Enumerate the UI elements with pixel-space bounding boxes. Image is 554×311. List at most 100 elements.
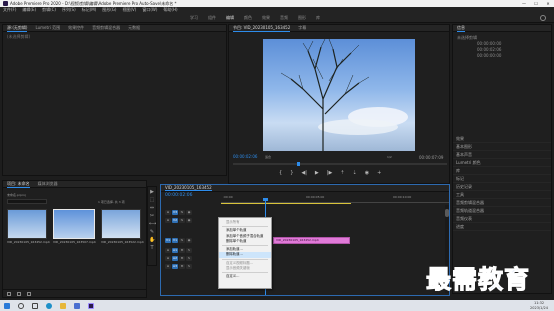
panel-item-progress[interactable]: 进度	[453, 223, 551, 231]
play-icon[interactable]: ▶	[315, 170, 319, 176]
track-target[interactable]: V3	[172, 209, 178, 215]
track-lock-icon[interactable]: ⊡	[165, 247, 171, 253]
solo-button[interactable]: S	[186, 263, 192, 269]
eye-icon[interactable]: ◉	[186, 237, 192, 243]
close-button[interactable]: ✕	[542, 0, 554, 7]
program-scrubber[interactable]	[233, 162, 447, 166]
panel-item-essential-graphics[interactable]: 基本图形	[453, 143, 551, 151]
timeline-clip[interactable]: VID_20230105_163452.mp4	[273, 237, 350, 244]
trash-icon[interactable]	[27, 291, 31, 296]
search-icon[interactable]	[18, 302, 24, 309]
playhead-head-icon[interactable]	[263, 198, 268, 201]
panel-item-history[interactable]: 历史记录	[453, 183, 551, 191]
tab-program[interactable]: 节目: VID_20230105_163452	[233, 25, 291, 32]
track-lock-icon[interactable]: ⊡	[165, 263, 171, 269]
eye-icon[interactable]: ◉	[186, 209, 192, 215]
sync-lock-icon[interactable]: ⇆	[179, 217, 185, 223]
track-target[interactable]: A1	[172, 247, 178, 253]
workspace-tab-learn[interactable]: 学习	[190, 15, 198, 21]
track-target[interactable]: V1	[172, 237, 178, 243]
project-thumbnail[interactable]	[101, 209, 141, 239]
track-target[interactable]: A3	[172, 263, 178, 269]
eye-icon[interactable]: ◉	[186, 217, 192, 223]
workspace-tab-graphics[interactable]: 图形	[298, 15, 306, 21]
tab-lumetri-scopes[interactable]: Lumetri 范围	[35, 25, 60, 31]
task-view-icon[interactable]	[32, 302, 38, 309]
new-bin-icon[interactable]	[7, 291, 11, 296]
workspace-tab-editing[interactable]: 编辑	[226, 15, 234, 21]
taskbar-clock[interactable]: 11:32 2023/1/24	[530, 301, 548, 310]
menu-item-delete-tracks[interactable]: 删除轨道...	[219, 252, 271, 258]
workspace-tab-color[interactable]: 颜色	[244, 15, 252, 21]
track-target[interactable]: A2	[172, 255, 178, 261]
minimize-button[interactable]: —	[518, 0, 530, 7]
track-lock-icon[interactable]: ⊡	[165, 209, 171, 215]
new-item-icon[interactable]	[17, 291, 21, 296]
source-patch-v1[interactable]: V1	[165, 237, 171, 243]
maximize-button[interactable]: ☐	[530, 0, 542, 7]
track-select-tool-icon[interactable]: ⬚	[149, 197, 155, 203]
playhead-marker[interactable]	[297, 162, 300, 166]
step-back-icon[interactable]: ◀|	[301, 170, 307, 176]
track-lock-icon[interactable]: ⊡	[165, 255, 171, 261]
explorer-icon[interactable]	[60, 302, 66, 309]
extract-icon[interactable]: ⇣	[353, 170, 357, 176]
menu-item-customize[interactable]: 自定义...	[219, 274, 271, 279]
solo-button[interactable]: S	[186, 247, 192, 253]
search-icon[interactable]	[540, 15, 546, 21]
hand-tool-icon[interactable]: ✋	[149, 237, 155, 243]
tab-media-browser[interactable]: 媒体浏览器	[38, 181, 58, 187]
mute-button[interactable]: M	[179, 263, 185, 269]
tab-project[interactable]: 项目: 未命名	[7, 181, 30, 188]
mark-in-icon[interactable]: {	[279, 170, 282, 176]
work-area-bar[interactable]	[221, 203, 351, 204]
store-icon[interactable]	[74, 302, 80, 309]
sync-lock-icon[interactable]: ⇆	[179, 237, 185, 243]
program-quality-select[interactable]: 1/2	[387, 155, 392, 159]
lift-icon[interactable]: ⇡	[340, 170, 344, 176]
sync-lock-icon[interactable]: ⇆	[179, 209, 185, 215]
project-thumbnail[interactable]	[7, 209, 47, 239]
tab-audio-clip-mixer[interactable]: 音频剪辑混合器	[92, 25, 120, 31]
panel-item-effects[interactable]: 效果	[453, 135, 551, 143]
scrollbar-thumb[interactable]	[445, 209, 449, 217]
panel-item-audio-clip-mixer[interactable]: 音频剪辑混合器	[453, 199, 551, 207]
tab-sequence[interactable]: VID_20230105_163452	[165, 185, 212, 191]
mark-out-icon[interactable]: }	[290, 170, 293, 176]
export-frame-icon[interactable]: ◉	[365, 170, 369, 176]
edge-icon[interactable]	[46, 302, 52, 309]
mute-button[interactable]: M	[179, 255, 185, 261]
track-lock-icon[interactable]: ⊡	[165, 217, 171, 223]
panel-item-audio-meters[interactable]: 音频仪表	[453, 215, 551, 223]
razor-tool-icon[interactable]: ✂	[149, 213, 155, 219]
add-button-icon[interactable]: +	[377, 170, 381, 176]
workspace-tab-effects[interactable]: 效果	[262, 15, 270, 21]
panel-item-lumetri-color[interactable]: Lumetri 颜色	[453, 159, 551, 167]
workspace-tab-libraries[interactable]: 库	[316, 15, 320, 21]
project-thumbnail-selected[interactable]	[53, 209, 95, 239]
solo-button[interactable]: S	[186, 255, 192, 261]
pen-tool-icon[interactable]: ✎	[149, 229, 155, 235]
tab-effect-controls[interactable]: 效果控件	[68, 25, 84, 31]
panel-item-audio-track-mixer[interactable]: 音频轨道混合器	[453, 207, 551, 215]
panel-item-markers[interactable]: 标记	[453, 175, 551, 183]
ripple-edit-tool-icon[interactable]: ⇔	[149, 205, 155, 211]
project-search-input[interactable]	[7, 199, 47, 204]
tab-source[interactable]: 源:(无剪辑)	[7, 25, 28, 32]
step-forward-icon[interactable]: |▶	[327, 170, 333, 176]
program-fit-select[interactable]: 适合	[265, 155, 271, 159]
panel-item-libraries[interactable]: 库	[453, 167, 551, 175]
workspace-tab-audio[interactable]: 音频	[280, 15, 288, 21]
panel-item-tools[interactable]: 工具	[453, 191, 551, 199]
mute-button[interactable]: M	[179, 247, 185, 253]
tab-metadata[interactable]: 元数据	[128, 25, 140, 31]
panel-item-essential-sound[interactable]: 基本声音	[453, 151, 551, 159]
tab-captions[interactable]: 字幕	[298, 25, 306, 31]
menu-item-show-all[interactable]: 显示所有	[219, 220, 271, 225]
premiere-icon[interactable]	[88, 302, 94, 309]
workspace-tab-assembly[interactable]: 组件	[208, 15, 216, 21]
menu-item-show-audio-keyframes[interactable]: 显示音频关键帧	[219, 266, 271, 271]
windows-start-icon[interactable]	[4, 302, 10, 309]
track-target[interactable]: V2	[172, 217, 178, 223]
slip-tool-icon[interactable]: ⟷	[149, 221, 156, 227]
